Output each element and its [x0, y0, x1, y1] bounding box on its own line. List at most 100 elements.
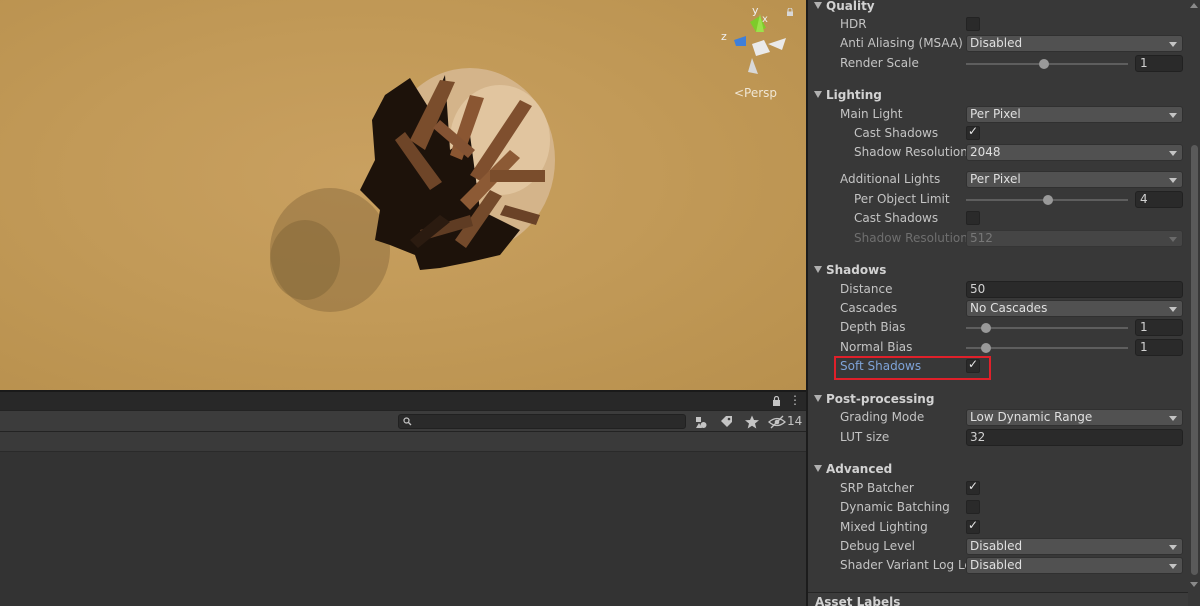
field-label: Main Light — [840, 107, 903, 121]
field-label: Anti Aliasing (MSAA) — [840, 36, 963, 50]
dropdown-value: Low Dynamic Range — [970, 410, 1093, 424]
row-main-shadow-resolution: Shadow Resolution 2048 — [808, 143, 1188, 162]
label-tag-icon[interactable] — [718, 414, 734, 430]
dropdown-value: Disabled — [970, 539, 1023, 553]
search-input[interactable] — [398, 414, 686, 429]
asset-labels-section[interactable]: Asset Labels — [808, 592, 1188, 606]
field-value: 1 — [1140, 320, 1148, 334]
main-cast-shadows-checkbox[interactable]: ✓ — [966, 124, 980, 140]
section-title: Advanced — [826, 462, 893, 476]
per-object-limit-input[interactable]: 4 — [1135, 191, 1183, 208]
row-grading-mode: Grading Mode Low Dynamic Range — [808, 408, 1188, 427]
section-lighting[interactable]: Lighting — [808, 86, 1188, 105]
shader-variant-log-level-dropdown[interactable]: Disabled — [966, 557, 1183, 574]
foldout-arrow-icon[interactable] — [814, 395, 822, 402]
chevron-down-icon — [1169, 545, 1177, 550]
gizmo-z-label: z — [721, 30, 727, 43]
section-advanced[interactable]: Advanced — [808, 460, 1188, 479]
normal-bias-input[interactable]: 1 — [1135, 339, 1183, 356]
field-label: HDR — [840, 17, 867, 31]
field-label: Shader Variant Log Le — [840, 558, 972, 572]
slider-handle[interactable] — [981, 323, 991, 333]
chevron-down-icon — [1169, 416, 1177, 421]
hidden-packages-count: 14 — [787, 414, 803, 428]
field-value: 4 — [1140, 192, 1148, 206]
dropdown-value: No Cascades — [970, 301, 1048, 315]
scene-view[interactable]: y x z <Persp — [0, 0, 806, 392]
chevron-down-icon — [1169, 178, 1177, 183]
lut-size-input[interactable]: 32 — [966, 429, 1183, 446]
lock-icon[interactable] — [786, 8, 794, 16]
scroll-up-arrow-icon[interactable] — [1190, 3, 1198, 8]
row-mixed-lighting: Mixed Lighting ✓ — [808, 518, 1188, 537]
more-options-icon[interactable]: ⋮ — [789, 393, 801, 407]
additional-cast-shadows-checkbox[interactable] — [966, 211, 980, 225]
scroll-down-arrow-icon[interactable] — [1190, 582, 1198, 587]
section-post-processing[interactable]: Post-processing — [808, 390, 1188, 409]
depth-bias-input[interactable]: 1 — [1135, 319, 1183, 336]
shadow-resolution-dropdown[interactable]: 2048 — [966, 144, 1183, 161]
additional-lights-dropdown[interactable]: Per Pixel — [966, 171, 1183, 188]
foldout-arrow-icon[interactable] — [814, 266, 822, 273]
main-light-dropdown[interactable]: Per Pixel — [966, 106, 1183, 123]
dropdown-value: 512 — [970, 231, 993, 245]
hidden-packages-eye-icon[interactable] — [768, 414, 786, 430]
row-dynamic-batching: Dynamic Batching — [808, 498, 1188, 517]
row-additional-lights: Additional Lights Per Pixel — [808, 170, 1188, 189]
chevron-down-icon — [1169, 307, 1177, 312]
mixed-lighting-checkbox[interactable]: ✓ — [966, 518, 980, 534]
gizmo-y-label: y — [752, 4, 759, 17]
favorites-star-icon[interactable] — [744, 414, 760, 430]
slider-handle[interactable] — [1039, 59, 1049, 69]
section-shadows[interactable]: Shadows — [808, 261, 1188, 280]
breadcrumb-bar — [0, 432, 806, 452]
field-label: Cast Shadows — [854, 211, 939, 225]
section-quality[interactable]: Quality — [808, 0, 1188, 16]
dropdown-value: Per Pixel — [970, 107, 1021, 121]
section-title: Post-processing — [826, 392, 935, 406]
scene-object-render — [270, 68, 555, 312]
inspector-panel: Quality HDR Anti Aliasing (MSAA) Disable… — [808, 0, 1188, 606]
row-distance: Distance 50 — [808, 280, 1188, 299]
section-title: Quality — [826, 0, 875, 13]
row-per-object-limit: Per Object Limit 4 — [808, 190, 1188, 209]
annotation-highlight-box — [834, 356, 991, 380]
dropdown-value: Disabled — [970, 36, 1023, 50]
render-scale-input[interactable]: 1 — [1135, 55, 1183, 72]
srp-batcher-checkbox[interactable]: ✓ — [966, 479, 980, 495]
slider-handle[interactable] — [981, 343, 991, 353]
field-label: Grading Mode — [840, 410, 925, 424]
lock-icon[interactable] — [772, 396, 781, 406]
cascades-dropdown[interactable]: No Cascades — [966, 300, 1183, 317]
inspector-scrollbar[interactable] — [1188, 0, 1200, 606]
projection-toggle[interactable]: <Persp — [734, 86, 777, 100]
field-label: Dynamic Batching — [840, 500, 950, 514]
scrollbar-thumb[interactable] — [1191, 145, 1198, 575]
hdr-checkbox[interactable] — [966, 17, 980, 31]
chevron-down-icon — [1169, 564, 1177, 569]
row-lut-size: LUT size 32 — [808, 428, 1188, 447]
row-additional-cast-shadows: Cast Shadows — [808, 209, 1188, 228]
row-srp-batcher: SRP Batcher ✓ — [808, 479, 1188, 498]
grading-mode-dropdown[interactable]: Low Dynamic Range — [966, 409, 1183, 426]
field-value: 1 — [1140, 56, 1148, 70]
gizmo-x-label: x — [762, 14, 768, 25]
asset-list[interactable] — [0, 452, 806, 606]
filter-by-type-icon[interactable] — [693, 414, 709, 430]
distance-input[interactable]: 50 — [966, 281, 1183, 298]
project-panel: ⋮ 14 — [0, 392, 806, 606]
slider-handle[interactable] — [1043, 195, 1053, 205]
row-hdr: HDR — [808, 15, 1188, 34]
dynamic-batching-checkbox[interactable] — [966, 500, 980, 514]
foldout-arrow-icon[interactable] — [814, 91, 822, 98]
checkmark-icon: ✓ — [968, 479, 979, 493]
anti-aliasing-dropdown[interactable]: Disabled — [966, 35, 1183, 52]
checkmark-icon: ✓ — [968, 518, 979, 532]
debug-level-dropdown[interactable]: Disabled — [966, 538, 1183, 555]
foldout-arrow-icon[interactable] — [814, 2, 822, 9]
row-debug-level: Debug Level Disabled — [808, 537, 1188, 556]
field-label: Cascades — [840, 301, 898, 315]
row-anti-aliasing: Anti Aliasing (MSAA) Disabled — [808, 34, 1188, 53]
field-value: 1 — [1140, 340, 1148, 354]
foldout-arrow-icon[interactable] — [814, 465, 822, 472]
